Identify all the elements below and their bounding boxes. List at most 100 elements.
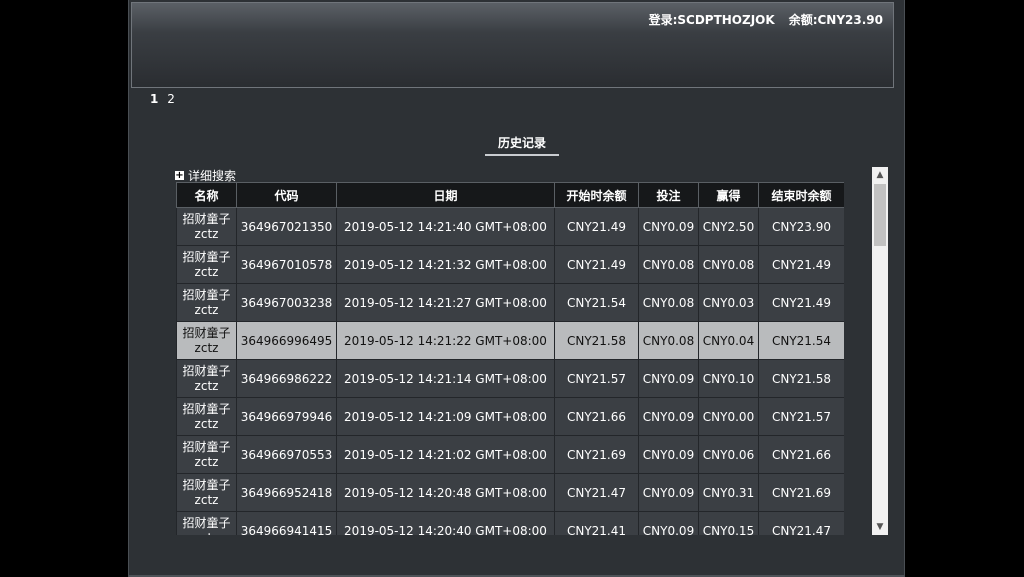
cell-start-balance: CNY21.47: [554, 473, 639, 512]
cell-name: 招财童子zctz: [176, 245, 237, 284]
table-row[interactable]: 招财童子zctz3649669414152019-05-12 14:20:40 …: [176, 511, 844, 536]
cell-name: 招财童子zctz: [176, 397, 237, 436]
cell-name: 招财童子zctz: [176, 511, 237, 536]
cell-end-balance: CNY21.57: [758, 397, 844, 436]
column-header-win[interactable]: 赢得: [698, 182, 759, 208]
cell-bet: CNY0.08: [638, 321, 699, 360]
table-row[interactable]: 招财童子 zctz 364966952418 2019-05-12 14:20:48 …: [176, 473, 844, 512]
cell-start-balance: CNY21.58: [554, 321, 639, 360]
table-row[interactable]: 招财童子 zctz 364966979946 2019-05-12 14:21:09 …: [176, 397, 844, 436]
table-row[interactable]: 招财童子 zctz 364966970553 2019-05-12 14:21:02 …: [176, 435, 844, 474]
scroll-down-arrow-icon[interactable]: ▼: [872, 519, 888, 535]
game-name: 招财童子: [182, 439, 231, 454]
cell-date: 2019-05-12 14:21:02 GMT+08:00: [336, 435, 555, 474]
cell-bet: CNY0.09: [638, 473, 699, 512]
cell-win: CNY0.31: [698, 473, 759, 512]
table-row[interactable]: 招财童子 zctz 364966986222 2019-05-12 14:21:14 …: [176, 359, 844, 398]
cell-end-balance: CNY21.49: [758, 245, 844, 284]
cell-end-balance: CNY21.47: [758, 511, 844, 535]
game-name: 招财童子: [182, 477, 231, 492]
game-code-name: zctz: [194, 416, 219, 431]
cell-name: 招财童子zctz: [176, 321, 237, 360]
cell-code: 364966941415: [236, 511, 337, 535]
login-label: 登录:: [648, 13, 678, 27]
cell-win: CNY0.03: [698, 283, 759, 322]
cell-code: 364966970553: [236, 435, 337, 474]
cell-code: 364967010578: [236, 245, 337, 284]
cell-date: 2019-05-12 14:21:27 GMT+08:00: [336, 283, 555, 322]
game-code-name: zctz: [177, 531, 236, 536]
cell-win: CNY0.10: [698, 359, 759, 398]
cell-bet: CNY0.09: [638, 435, 699, 474]
cell-name: 招财童子zctz: [176, 473, 237, 512]
cell-name: 招财童子zctz: [176, 283, 237, 322]
cell-end-balance: CNY21.58: [758, 359, 844, 398]
game-code-name: zctz: [194, 264, 219, 279]
game-name: 招财童子: [182, 287, 231, 302]
cell-start-balance: CNY21.49: [554, 245, 639, 284]
game-name: 招财童子: [182, 363, 231, 378]
table-header-row: 名称 代码 日期 开始时余额 投注 赢得 结束时余额: [176, 182, 844, 208]
cell-code: 364967021350: [236, 207, 337, 246]
cell-code: 364966952418: [236, 473, 337, 512]
cell-name: 招财童子zctz: [176, 359, 237, 398]
cell-start-balance: CNY21.49: [554, 207, 639, 246]
page-link-2[interactable]: 2: [167, 92, 175, 106]
cell-end-balance: CNY21.54: [758, 321, 844, 360]
scroll-thumb[interactable]: [874, 184, 886, 246]
game-name: 招财童子: [182, 401, 231, 416]
column-header-name[interactable]: 名称: [176, 182, 237, 208]
cell-start-balance: CNY21.41: [554, 511, 639, 535]
cell-win: CNY0.00: [698, 397, 759, 436]
column-header-bet[interactable]: 投注: [638, 182, 699, 208]
table-row[interactable]: 招财童子 zctz 364967010578 2019-05-12 14:21:32 …: [176, 245, 844, 284]
page-link-1[interactable]: 1: [150, 92, 158, 106]
cell-bet: CNY0.09: [638, 397, 699, 436]
cell-code: 364966979946: [236, 397, 337, 436]
cell-code: 364966996495: [236, 321, 337, 360]
column-header-start-balance[interactable]: 开始时余额: [554, 182, 639, 208]
game-code-name: zctz: [194, 302, 219, 317]
vertical-scrollbar[interactable]: ▲ ▼: [872, 167, 888, 535]
table-row[interactable]: 招财童子 zctz 364966996495 2019-05-12 14:21:22 …: [176, 321, 844, 360]
header-panel: 登录:SCDPTHOZJOK 余额:CNY23.90: [131, 2, 894, 88]
cell-code: 364967003238: [236, 283, 337, 322]
tab-history[interactable]: 历史记录: [485, 134, 559, 156]
account-info: 登录:SCDPTHOZJOK 余额:CNY23.90: [649, 11, 883, 28]
cell-end-balance: CNY21.66: [758, 435, 844, 474]
game-code-name: zctz: [194, 378, 219, 393]
table-row[interactable]: 招财童子 zctz 364967021350 2019-05-12 14:21:40 …: [176, 207, 844, 246]
game-name: 招财童子: [182, 249, 231, 264]
cell-end-balance: CNY21.49: [758, 283, 844, 322]
game-code-name: zctz: [194, 226, 219, 241]
cell-end-balance: CNY23.90: [758, 207, 844, 246]
cell-date: 2019-05-12 14:20:40 GMT+08:00: [336, 511, 555, 535]
cell-start-balance: CNY21.57: [554, 359, 639, 398]
history-table-container: 名称 代码 日期 开始时余额 投注 赢得 结束时余额 招财童子 zctz 36496…: [176, 182, 844, 535]
cell-code: 364966986222: [236, 359, 337, 398]
cell-win: CNY0.15: [698, 511, 759, 535]
cell-bet: CNY0.09: [638, 359, 699, 398]
game-code-name: zctz: [194, 340, 219, 355]
scroll-up-arrow-icon[interactable]: ▲: [872, 167, 888, 183]
balance-label: 余额:: [788, 13, 818, 27]
column-header-end-balance[interactable]: 结束时余额: [758, 182, 844, 208]
cell-date: 2019-05-12 14:20:48 GMT+08:00: [336, 473, 555, 512]
cell-date: 2019-05-12 14:21:32 GMT+08:00: [336, 245, 555, 284]
plus-icon[interactable]: +: [175, 171, 184, 181]
cell-bet: CNY0.09: [638, 511, 699, 535]
cell-win: CNY0.04: [698, 321, 759, 360]
game-name: 招财童子: [182, 325, 231, 340]
table-row[interactable]: 招财童子 zctz 364967003238 2019-05-12 14:21:27 …: [176, 283, 844, 322]
column-header-date[interactable]: 日期: [336, 182, 555, 208]
game-code-name: zctz: [194, 454, 219, 469]
cell-name: 招财童子zctz: [176, 207, 237, 246]
cell-win: CNY2.50: [698, 207, 759, 246]
username: SCDPTHOZJOK: [677, 13, 775, 27]
cell-win: CNY0.06: [698, 435, 759, 474]
cell-name: 招财童子zctz: [176, 435, 237, 474]
pager: 1 2: [150, 92, 180, 106]
balance-value: CNY23.90: [817, 13, 884, 27]
cell-start-balance: CNY21.54: [554, 283, 639, 322]
column-header-code[interactable]: 代码: [236, 182, 337, 208]
